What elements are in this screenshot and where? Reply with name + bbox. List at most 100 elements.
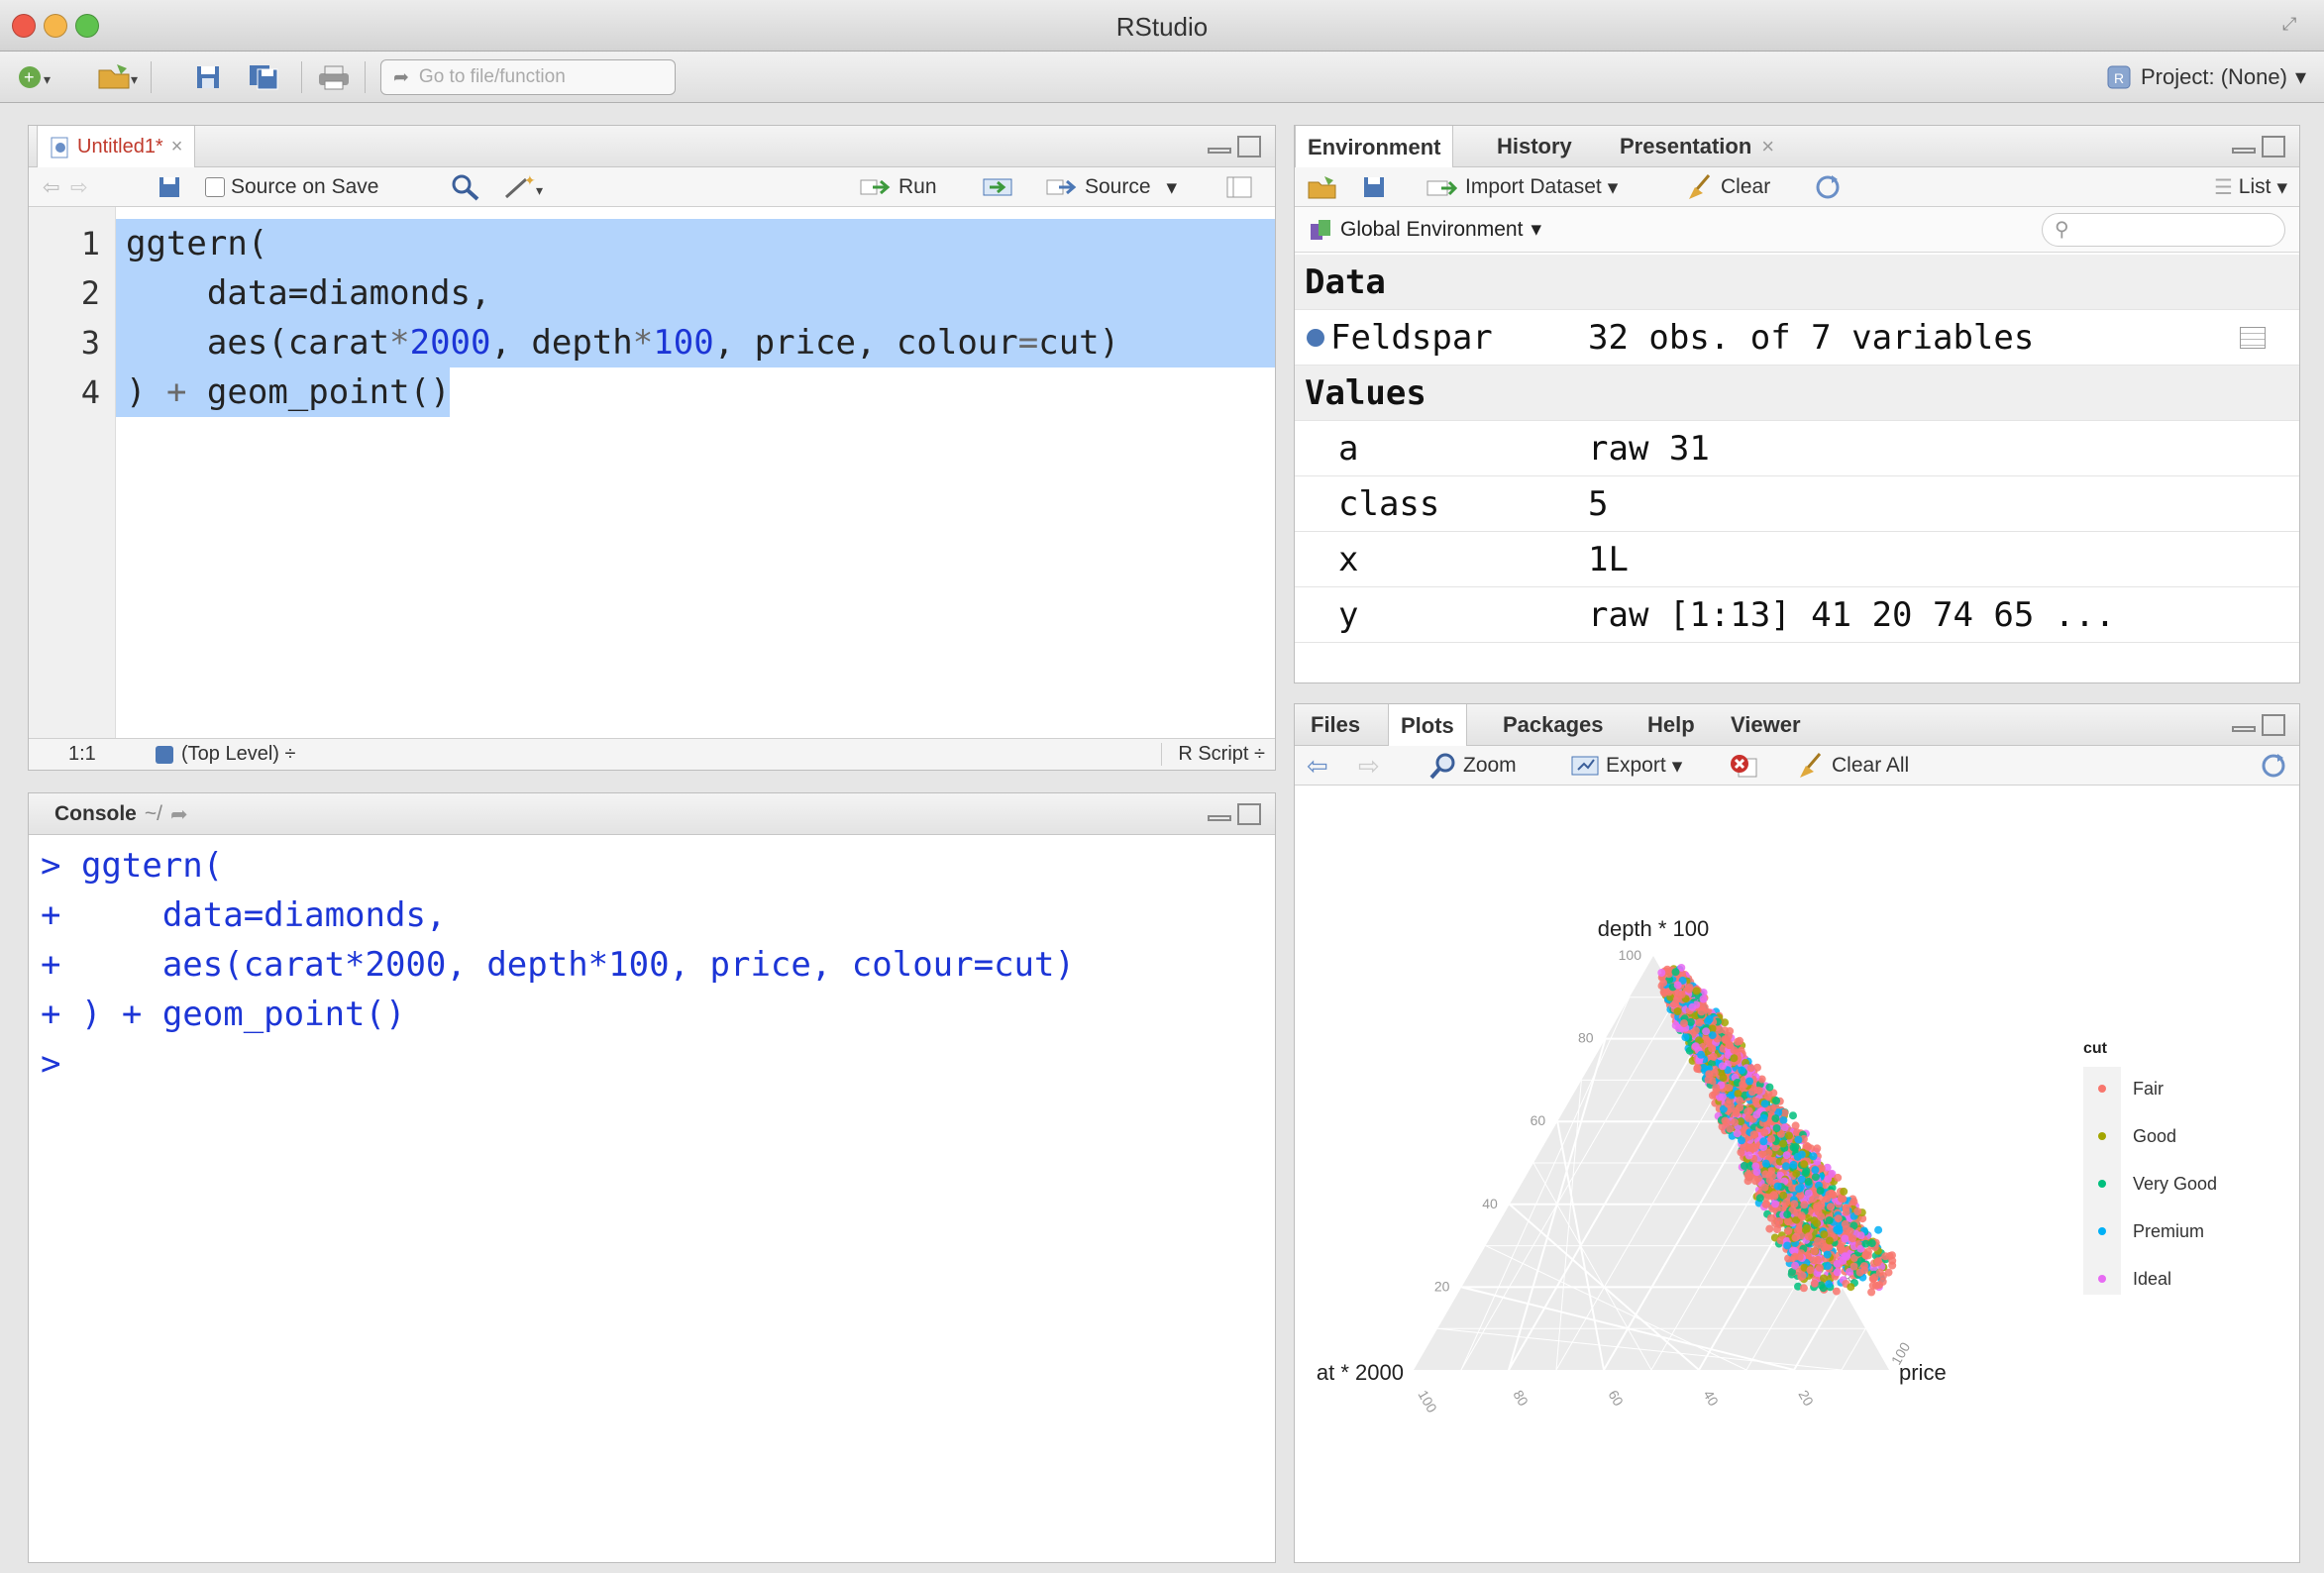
clear-all-plots-button[interactable]: Clear All: [1796, 752, 1909, 780]
legend-label: Ideal: [2133, 1269, 2171, 1289]
tab-console[interactable]: Console ~/ ➦: [43, 793, 200, 835]
scope-selector[interactable]: (Top Level) ÷: [156, 743, 295, 766]
console-minmax[interactable]: [1208, 803, 1265, 827]
environment-search-input[interactable]: ⚲: [2042, 213, 2285, 247]
legend-key: [2098, 1275, 2106, 1283]
data-point: [1791, 1143, 1800, 1151]
project-menu[interactable]: R Project: (None) ▾: [2105, 63, 2306, 91]
source-label: Source: [1085, 175, 1151, 198]
tab-files[interactable]: Files: [1299, 704, 1372, 746]
env-row-y[interactable]: y raw [1:13] 41 20 74 65 ...: [1295, 587, 2299, 643]
data-point: [1761, 1159, 1770, 1168]
data-point: [1744, 1113, 1753, 1122]
data-point: [1779, 1115, 1788, 1124]
env-row-a[interactable]: a raw 31: [1295, 421, 2299, 476]
chevron-down-icon: ▾: [1607, 175, 1619, 199]
export-button[interactable]: Export ▾: [1570, 752, 1682, 780]
load-workspace-button[interactable]: [1307, 173, 1340, 201]
data-point: [1800, 1201, 1809, 1209]
data-point: [1825, 1280, 1834, 1289]
svg-text:▾: ▾: [131, 71, 138, 87]
source-pane: Untitled1* × ⇦ ⇨ Source on Save ✦▾ Run: [28, 125, 1276, 771]
fullscreen-icon[interactable]: ⤢: [2282, 14, 2302, 34]
data-point: [1767, 1134, 1776, 1143]
forward-button[interactable]: ⇨: [70, 173, 88, 201]
goto-directory-icon[interactable]: ➦: [170, 802, 188, 827]
data-point: [1834, 1214, 1843, 1223]
tab-history[interactable]: History: [1485, 126, 1584, 167]
view-data-icon[interactable]: [2240, 327, 2266, 349]
editor-status-bar: 1:1 (Top Level) ÷ R Script ÷: [29, 738, 1275, 770]
tab-untitled1[interactable]: Untitled1* ×: [37, 126, 196, 168]
svg-text:▾: ▾: [536, 182, 543, 198]
chevron-down-icon[interactable]: ▾: [1167, 175, 1178, 200]
outline-button[interactable]: [1225, 173, 1253, 201]
data-point: [1825, 1236, 1834, 1245]
tab-viewer[interactable]: Viewer: [1719, 704, 1813, 746]
data-point: [1784, 1226, 1793, 1235]
next-plot-button[interactable]: ⇨: [1358, 751, 1380, 781]
source-button[interactable]: Source ▾: [1045, 173, 1177, 201]
console-prompt[interactable]: >: [41, 1039, 60, 1089]
open-file-button[interactable]: ▾: [97, 61, 141, 93]
clear-workspace-button[interactable]: Clear: [1685, 173, 1770, 201]
previous-plot-button[interactable]: ⇦: [1307, 751, 1328, 781]
data-point: [1731, 1118, 1739, 1126]
zoom-button[interactable]: Zoom: [1429, 752, 1517, 780]
plot-canvas: 204060801002040608010020406080100depth *…: [1295, 786, 2299, 1562]
print-button[interactable]: [317, 61, 351, 93]
editor-save-button[interactable]: [158, 173, 181, 201]
find-button[interactable]: [451, 173, 480, 201]
data-point: [1840, 1187, 1849, 1196]
data-point: [1837, 1244, 1846, 1253]
tab-plots[interactable]: Plots: [1388, 704, 1467, 747]
new-file-button[interactable]: + ▾: [16, 61, 55, 93]
save-workspace-button[interactable]: [1362, 173, 1386, 201]
env-row-x[interactable]: x 1L: [1295, 532, 2299, 587]
run-button[interactable]: Run: [859, 173, 937, 201]
tab-environment[interactable]: Environment: [1295, 126, 1454, 168]
env-row-class[interactable]: class 5: [1295, 476, 2299, 532]
list-view-menu[interactable]: ☰ List ▾: [2214, 173, 2287, 201]
tab-help[interactable]: Help: [1636, 704, 1707, 746]
save-all-button[interactable]: [248, 61, 281, 93]
refresh-plot-button[interactable]: [2260, 752, 2287, 780]
data-point: [1773, 1182, 1782, 1191]
run-label: Run: [898, 175, 937, 198]
global-environment-menu[interactable]: Global Environment ▾: [1309, 217, 1541, 242]
data-point: [1673, 981, 1682, 990]
tab-packages[interactable]: Packages: [1491, 704, 1616, 746]
svg-text:✦: ✦: [524, 173, 536, 188]
rerun-button[interactable]: [982, 173, 1015, 201]
tab-presentation[interactable]: Presentation ×: [1608, 126, 1786, 167]
data-point: [1749, 1144, 1758, 1152]
environment-minmax[interactable]: [2232, 136, 2289, 159]
zoom-label: Zoom: [1463, 754, 1517, 777]
checkbox[interactable]: [205, 177, 225, 197]
tick-label: 100: [1415, 1388, 1440, 1416]
data-point: [1847, 1283, 1855, 1292]
goto-file-input[interactable]: ➦ Go to file/function: [380, 59, 676, 95]
plots-minmax[interactable]: [2232, 714, 2289, 738]
svg-text:+: +: [24, 67, 35, 87]
source-minmax[interactable]: [1208, 136, 1265, 159]
save-button[interactable]: [194, 61, 222, 93]
close-tab-icon[interactable]: ×: [171, 136, 183, 158]
console-line: + aes(carat*2000, depth*100, price, colo…: [41, 945, 1075, 985]
close-tab-icon[interactable]: ×: [1761, 134, 1774, 159]
data-point: [1825, 1216, 1834, 1224]
data-point: [1834, 1173, 1843, 1182]
main-toolbar: + ▾ ▾ ➦ Go to file/function R Project: (N…: [0, 52, 2324, 103]
source-on-save-checkbox[interactable]: Source on Save: [205, 173, 378, 201]
expand-icon[interactable]: [1307, 328, 1324, 347]
back-button[interactable]: ⇦: [43, 173, 60, 201]
import-dataset-button[interactable]: Import Dataset ▾: [1426, 173, 1618, 201]
refresh-environment-button[interactable]: [1814, 173, 1842, 201]
remove-plot-button[interactable]: [1729, 752, 1758, 780]
data-point: [1738, 1136, 1745, 1145]
legend-key: [2098, 1227, 2106, 1235]
env-row-feldspar[interactable]: Feldspar 32 obs. of 7 variables: [1295, 310, 2299, 366]
file-type-selector[interactable]: R Script ÷: [1161, 743, 1265, 766]
code-token: aes(carat: [126, 323, 390, 363]
code-tools-button[interactable]: ✦ ▾: [502, 173, 546, 201]
